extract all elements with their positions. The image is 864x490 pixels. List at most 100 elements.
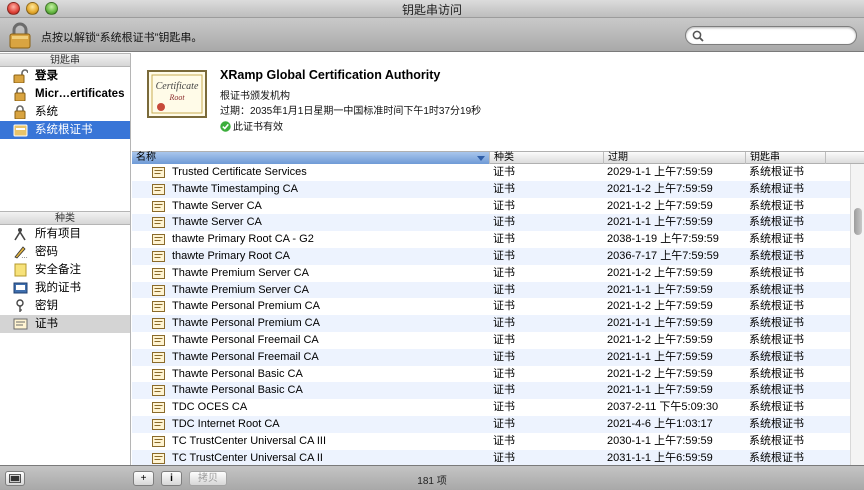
sidebar-item-label: 安全备注 — [35, 264, 81, 276]
sidebar-item-microsoft-certificates[interactable]: Micr…ertificates — [0, 85, 130, 103]
cell-keychain: 系统根证书 — [749, 166, 804, 178]
sidebar-item-keys[interactable]: 密钥 — [0, 297, 130, 315]
cell-keychain: 系统根证书 — [749, 283, 804, 296]
sidebar-item-label: 证书 — [35, 318, 58, 330]
column-header-kind[interactable]: 种类 — [490, 152, 604, 164]
cell-name: TDC Internet Root CA — [172, 417, 280, 430]
window-title: 钥匙串访问 — [401, 3, 462, 17]
table-row[interactable]: Trusted Certificate Services 证书 2029-1-1 上… — [132, 164, 850, 181]
cell-name: Thawte Personal Freemail CA — [172, 333, 319, 346]
table-row[interactable]: thawte Primary Root CA 证书 2036-7-17 上午7:59… — [132, 247, 850, 265]
note-icon — [14, 263, 27, 277]
cell-expires: 2021-1-2 上午7:59:59 — [607, 333, 713, 346]
table-row[interactable]: TDC OCES CA 证书 2037-2-11 下午5:09:30 系统根证书 — [132, 399, 850, 416]
table-row[interactable]: TC TrustCenter Universal CA II 证书 2031-1-1… — [132, 449, 850, 465]
cell-expires: 2036-7-17 上午7:59:59 — [607, 249, 719, 262]
sidebar-item-passwords[interactable]: … 密码 — [0, 243, 130, 261]
table-row[interactable]: Thawte Server CA 证书 2021-1-2 上午7:59:59 系统根证… — [132, 198, 850, 215]
cell-keychain: 系统根证书 — [749, 417, 804, 430]
column-label: 种类 — [494, 152, 514, 163]
certificates-table: 名称 种类 过期 钥匙串 Trusted Certificate Service… — [132, 151, 864, 465]
cell-keychain: 系统根证书 — [749, 317, 804, 330]
cell-name: TDC OCES CA — [172, 401, 248, 414]
lock-icon[interactable] — [9, 22, 31, 49]
sidebar-item-certificates[interactable]: 证书 — [0, 315, 130, 333]
cell-name: Thawte Server CA — [172, 216, 262, 229]
cell-kind: 证书 — [493, 283, 515, 296]
certificate-icon — [152, 301, 165, 313]
cell-expires: 2021-1-2 上午7:59:59 — [607, 300, 713, 313]
cell-kind: 证书 — [493, 317, 515, 330]
table-row[interactable]: Thawte Personal Premium CA 证书 2021-1-1 上午7… — [132, 315, 850, 332]
sidebar-item-login[interactable]: 登录 — [0, 67, 130, 85]
keychain-list: 登录 Micr…ertificates 系统 系统根证书 — [0, 67, 130, 139]
cell-keychain: 系统根证书 — [749, 401, 804, 414]
table-row[interactable]: Thawte Personal Freemail CA 证书 2021-1-2 上午… — [132, 332, 850, 349]
cell-expires: 2021-1-1 上午7:59:59 — [607, 317, 713, 330]
all-items-icon — [14, 228, 26, 241]
table-row[interactable]: Thawte Premium Server CA 证书 2021-1-2 上午7:5… — [132, 265, 850, 282]
cell-expires: 2021-1-2 上午7:59:59 — [607, 182, 713, 195]
sidebar-item-system[interactable]: 系统 — [0, 103, 130, 121]
column-header-name[interactable]: 名称 — [132, 152, 490, 164]
certificate-type: 根证书颁发机构 — [220, 91, 290, 102]
cell-kind: 证书 — [493, 166, 515, 178]
cell-name: TC TrustCenter Universal CA III — [172, 434, 327, 447]
cell-name: thawte Primary Root CA — [172, 249, 290, 262]
keychains-header: 钥匙串 — [0, 53, 130, 67]
cell-name: Thawte Personal Premium CA — [172, 300, 320, 313]
cell-kind: 证书 — [493, 401, 515, 414]
search-icon — [692, 30, 704, 42]
table-row[interactable]: Thawte Personal Freemail CA 证书 2021-1-1 上午… — [132, 348, 850, 366]
cell-keychain: 系统根证书 — [749, 300, 804, 313]
certificate-icon — [152, 183, 165, 195]
table-row[interactable]: thawte Primary Root CA - G2 证书 2038-1-19 上… — [132, 231, 850, 248]
sidebar-item-my-certificates[interactable]: 我的证书 — [0, 279, 130, 297]
sidebar-item-secure-notes[interactable]: 安全备注 — [0, 261, 130, 279]
cell-expires: 2038-1-19 上午7:59:59 — [607, 233, 719, 246]
cell-kind: 证书 — [493, 451, 515, 464]
cell-expires: 2021-4-6 上午1:03:17 — [607, 417, 713, 430]
cell-keychain: 系统根证书 — [749, 249, 804, 262]
table-row[interactable]: Thawte Personal Premium CA 证书 2021-1-2 上午7… — [132, 298, 850, 315]
table-header: 名称 种类 过期 钥匙串 — [132, 151, 864, 164]
pencil-icon: … — [14, 246, 28, 259]
certificate-icon — [152, 402, 165, 414]
cell-name: thawte Primary Root CA - G2 — [172, 233, 314, 246]
table-row[interactable]: Thawte Premium Server CA 证书 2021-1-1 上午7:5… — [132, 281, 850, 299]
cell-kind: 证书 — [493, 199, 515, 212]
cell-name: Thawte Premium Server CA — [172, 266, 309, 279]
scrollbar-thumb[interactable] — [854, 208, 862, 235]
search-field[interactable] — [685, 26, 857, 45]
thumb-title: Certificate — [156, 81, 199, 92]
sidebar-item-all-items[interactable]: 所有项目 — [0, 225, 130, 243]
certificate-icon — [152, 368, 165, 380]
search-input[interactable] — [708, 29, 848, 42]
category-header: 种类 — [0, 211, 130, 225]
cell-expires: 2021-1-2 上午7:59:59 — [607, 199, 713, 212]
table-body: Trusted Certificate Services 证书 2029-1-1 上… — [132, 164, 850, 465]
column-header-expires[interactable]: 过期 — [604, 152, 746, 164]
cell-kind: 证书 — [493, 417, 515, 430]
certificate-icon — [152, 267, 165, 279]
cell-name: Thawte Server CA — [172, 199, 262, 212]
cell-expires: 2030-1-1 上午7:59:59 — [607, 434, 713, 447]
cell-kind: 证书 — [493, 333, 515, 346]
certificate-status: 此证书有效 — [220, 118, 283, 133]
cell-name: TC TrustCenter Universal CA II — [172, 451, 323, 464]
category-section: 种类 所有项目 … 密码 安全备注 我的证书 密钥 证书 — [0, 211, 130, 333]
vertical-scrollbar[interactable] — [850, 164, 864, 465]
table-row[interactable]: Thawte Personal Basic CA 证书 2021-1-2 上午7:5… — [132, 366, 850, 383]
table-row[interactable]: Thawte Server CA 证书 2021-1-1 上午7:59:59 系统根证… — [132, 214, 850, 232]
sidebar-item-system-roots[interactable]: 系统根证书 — [0, 121, 130, 139]
cell-name: Thawte Premium Server CA — [172, 283, 309, 296]
certificate-icon — [152, 167, 165, 178]
table-row[interactable]: Thawte Personal Basic CA 证书 2021-1-1 上午7:5… — [132, 382, 850, 400]
table-row[interactable]: Thawte Timestamping CA 证书 2021-1-2 上午7:59:… — [132, 180, 850, 198]
table-row[interactable]: TDC Internet Root CA 证书 2021-4-6 上午1:03:17… — [132, 415, 850, 433]
certificate-icon — [152, 452, 165, 464]
table-row[interactable]: TC TrustCenter Universal CA III 证书 2030-1-… — [132, 433, 850, 450]
column-header-keychain[interactable]: 钥匙串 — [746, 152, 826, 164]
certificate-icon — [152, 250, 165, 262]
cell-expires: 2031-1-1 上午6:59:59 — [607, 451, 713, 464]
